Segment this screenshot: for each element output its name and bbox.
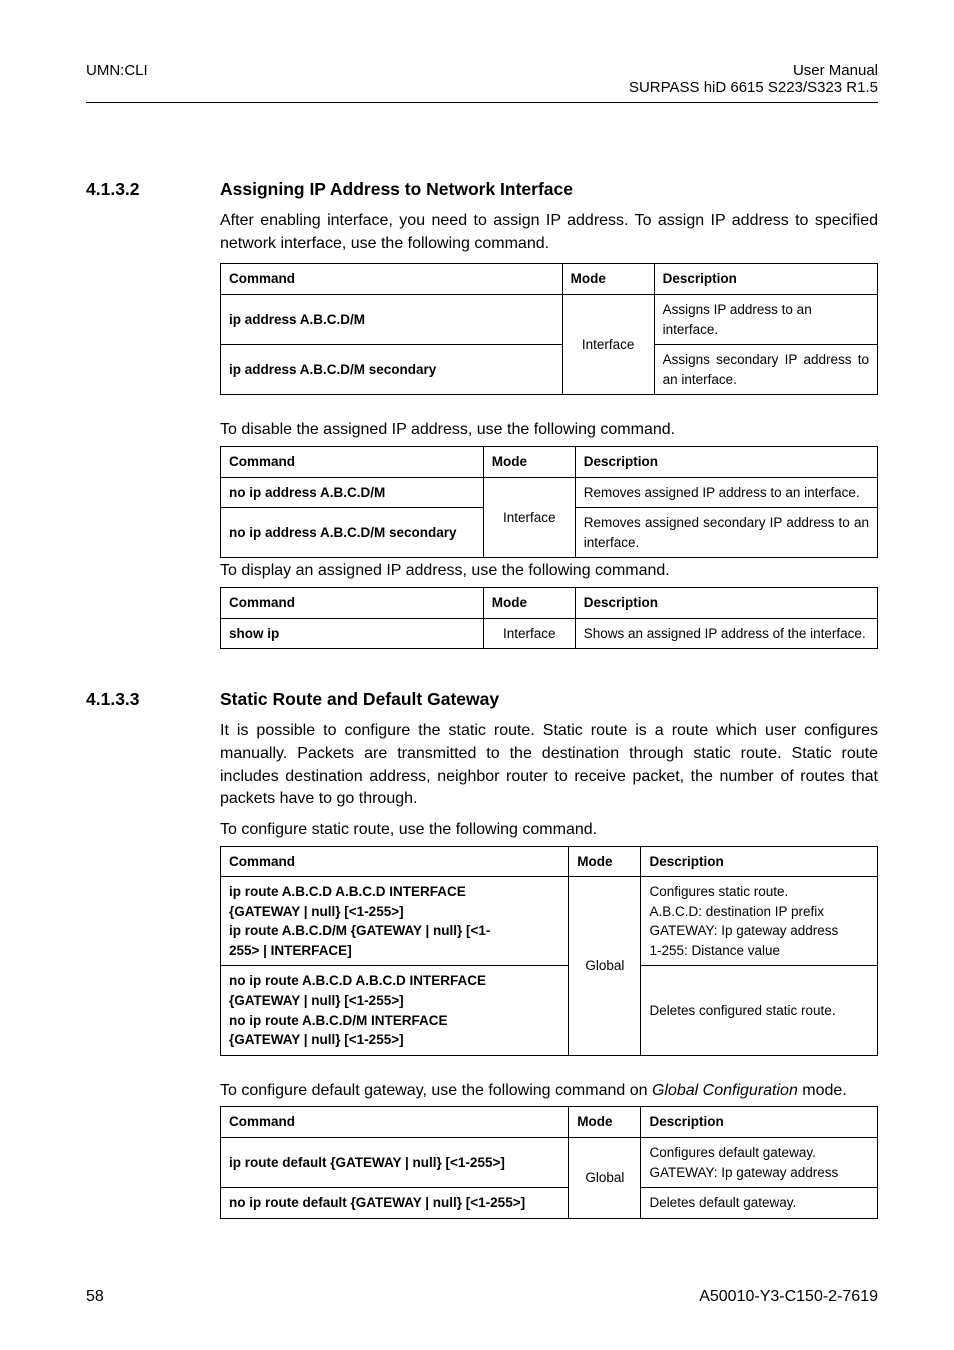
table-show-ip: Command Mode Description show ip Interfa… bbox=[220, 587, 878, 649]
t4-r1-l4: 255> | INTERFACE] bbox=[229, 943, 352, 958]
section-title-2: Static Route and Default Gateway bbox=[220, 689, 499, 709]
t1-r2-desc: Assigns secondary IP address to an inter… bbox=[654, 345, 877, 395]
table-row: show ip Interface Shows an assigned IP a… bbox=[221, 618, 878, 649]
t4-r1-desc: Configures static route. A.B.C.D: destin… bbox=[641, 877, 878, 966]
t1-r2-cmd: ip address A.B.C.D/M secondary bbox=[221, 345, 563, 395]
t4-h-description: Description bbox=[641, 846, 878, 877]
table-row: no ip route A.B.C.D A.B.C.D INTERFACE {G… bbox=[221, 966, 878, 1055]
table-row: ip route A.B.C.D A.B.C.D INTERFACE {GATE… bbox=[221, 877, 878, 966]
t2-r2-desc: Removes assigned secondary IP address to… bbox=[575, 508, 877, 558]
doc-id: A50010-Y3-C150-2-7619 bbox=[699, 1288, 878, 1306]
table-static-route: Command Mode Description ip route A.B.C.… bbox=[220, 846, 878, 1056]
t3-h-description: Description bbox=[575, 587, 877, 618]
t5-r1-desc: Configures default gateway. GATEWAY: Ip … bbox=[641, 1138, 878, 1188]
t5-r2-desc: Deletes default gateway. bbox=[641, 1188, 878, 1219]
t4-r2-l3: no ip route A.B.C.D/M INTERFACE bbox=[229, 1013, 448, 1028]
t5-h-description: Description bbox=[641, 1107, 878, 1138]
t1-r1-desc: Assigns IP address to an interface. bbox=[654, 295, 877, 345]
t3-mode: Interface bbox=[483, 618, 575, 649]
t4-r1-d4: 1-255: Distance value bbox=[649, 943, 780, 958]
t5-mode: Global bbox=[569, 1138, 641, 1219]
t2-r2-cmd: no ip address A.B.C.D/M secondary bbox=[221, 508, 484, 558]
t2-h-command: Command bbox=[221, 446, 484, 477]
table-row: ip route default {GATEWAY | null} [<1-25… bbox=[221, 1138, 878, 1188]
t1-h-mode: Mode bbox=[562, 264, 654, 295]
t1-mode: Interface bbox=[562, 295, 654, 395]
t4-h-command: Command bbox=[221, 846, 569, 877]
gateway-paragraph: To configure default gateway, use the fo… bbox=[220, 1080, 878, 1103]
t4-r1-d3: GATEWAY: Ip gateway address bbox=[649, 923, 838, 938]
header-right-line2: SURPASS hiD 6615 S223/S323 R1.5 bbox=[629, 79, 878, 96]
intro-paragraph: After enabling interface, you need to as… bbox=[220, 210, 878, 255]
display-paragraph: To display an assigned IP address, use t… bbox=[220, 560, 878, 583]
gateway-p-mid: Global Configuration bbox=[652, 1082, 798, 1099]
t4-r2-l4: {GATEWAY | null} [<1-255>] bbox=[229, 1032, 404, 1047]
static-paragraph: It is possible to configure the static r… bbox=[220, 720, 878, 811]
t2-r1-cmd: no ip address A.B.C.D/M bbox=[221, 477, 484, 508]
static-paragraph-2: To configure static route, use the follo… bbox=[220, 819, 878, 842]
table-row: no ip route default {GATEWAY | null} [<1… bbox=[221, 1188, 878, 1219]
section-heading-2: 4.1.3.3 Static Route and Default Gateway bbox=[220, 689, 878, 710]
section-number-1: 4.1.3.2 bbox=[86, 179, 140, 200]
t2-h-description: Description bbox=[575, 446, 877, 477]
gateway-p-post: mode. bbox=[798, 1082, 847, 1099]
t3-h-mode: Mode bbox=[483, 587, 575, 618]
t2-r1-desc: Removes assigned IP address to an interf… bbox=[575, 477, 877, 508]
t4-r1-cmd: ip route A.B.C.D A.B.C.D INTERFACE {GATE… bbox=[221, 877, 569, 966]
header-rule bbox=[86, 102, 878, 103]
t4-r1-l1: ip route A.B.C.D A.B.C.D INTERFACE bbox=[229, 884, 466, 899]
table-disable-ip: Command Mode Description no ip address A… bbox=[220, 446, 878, 558]
table-row: ip address A.B.C.D/M secondary Assigns s… bbox=[221, 345, 878, 395]
disable-paragraph: To disable the assigned IP address, use … bbox=[220, 419, 878, 442]
section-number-2: 4.1.3.3 bbox=[86, 689, 140, 710]
footer: 58 A50010-Y3-C150-2-7619 bbox=[86, 1288, 878, 1306]
t3-h-command: Command bbox=[221, 587, 484, 618]
t4-r2-l1: no ip route A.B.C.D A.B.C.D INTERFACE bbox=[229, 973, 486, 988]
t3-cmd: show ip bbox=[221, 618, 484, 649]
t4-r1-d1: Configures static route. bbox=[649, 884, 788, 899]
header-left: UMN:CLI bbox=[86, 62, 148, 96]
gateway-p-pre: To configure default gateway, use the fo… bbox=[220, 1082, 652, 1099]
t4-r2-l2: {GATEWAY | null} [<1-255>] bbox=[229, 993, 404, 1008]
table-assign-ip: Command Mode Description ip address A.B.… bbox=[220, 263, 878, 395]
header-right: User Manual SURPASS hiD 6615 S223/S323 R… bbox=[629, 62, 878, 96]
t5-h-command: Command bbox=[221, 1107, 569, 1138]
t1-h-command: Command bbox=[221, 264, 563, 295]
t2-mode: Interface bbox=[483, 477, 575, 558]
header-right-line1: User Manual bbox=[629, 62, 878, 79]
t3-desc: Shows an assigned IP address of the inte… bbox=[575, 618, 877, 649]
section-title-1: Assigning IP Address to Network Interfac… bbox=[220, 179, 573, 199]
section-heading-1: 4.1.3.2 Assigning IP Address to Network … bbox=[220, 179, 878, 200]
page-number: 58 bbox=[86, 1288, 104, 1306]
t1-h-description: Description bbox=[654, 264, 877, 295]
t4-h-mode: Mode bbox=[569, 846, 641, 877]
t5-r1-d1: Configures default gateway. bbox=[649, 1145, 815, 1160]
t4-r1-l2: {GATEWAY | null} [<1-255>] bbox=[229, 904, 404, 919]
t4-r2-desc: Deletes configured static route. bbox=[641, 966, 878, 1055]
t5-r1-d2: GATEWAY: Ip gateway address bbox=[649, 1165, 838, 1180]
table-row: no ip address A.B.C.D/M Interface Remove… bbox=[221, 477, 878, 508]
t1-r1-cmd: ip address A.B.C.D/M bbox=[221, 295, 563, 345]
t5-r2-cmd: no ip route default {GATEWAY | null} [<1… bbox=[221, 1188, 569, 1219]
t4-r1-d2: A.B.C.D: destination IP prefix bbox=[649, 904, 824, 919]
table-row: ip address A.B.C.D/M Interface Assigns I… bbox=[221, 295, 878, 345]
table-default-gateway: Command Mode Description ip route defaul… bbox=[220, 1106, 878, 1218]
t5-h-mode: Mode bbox=[569, 1107, 641, 1138]
t4-r1-l3: ip route A.B.C.D/M {GATEWAY | null} [<1- bbox=[229, 923, 490, 938]
t5-r1-cmd: ip route default {GATEWAY | null} [<1-25… bbox=[221, 1138, 569, 1188]
t4-mode: Global bbox=[569, 877, 641, 1056]
t2-h-mode: Mode bbox=[483, 446, 575, 477]
t4-r2-cmd: no ip route A.B.C.D A.B.C.D INTERFACE {G… bbox=[221, 966, 569, 1055]
